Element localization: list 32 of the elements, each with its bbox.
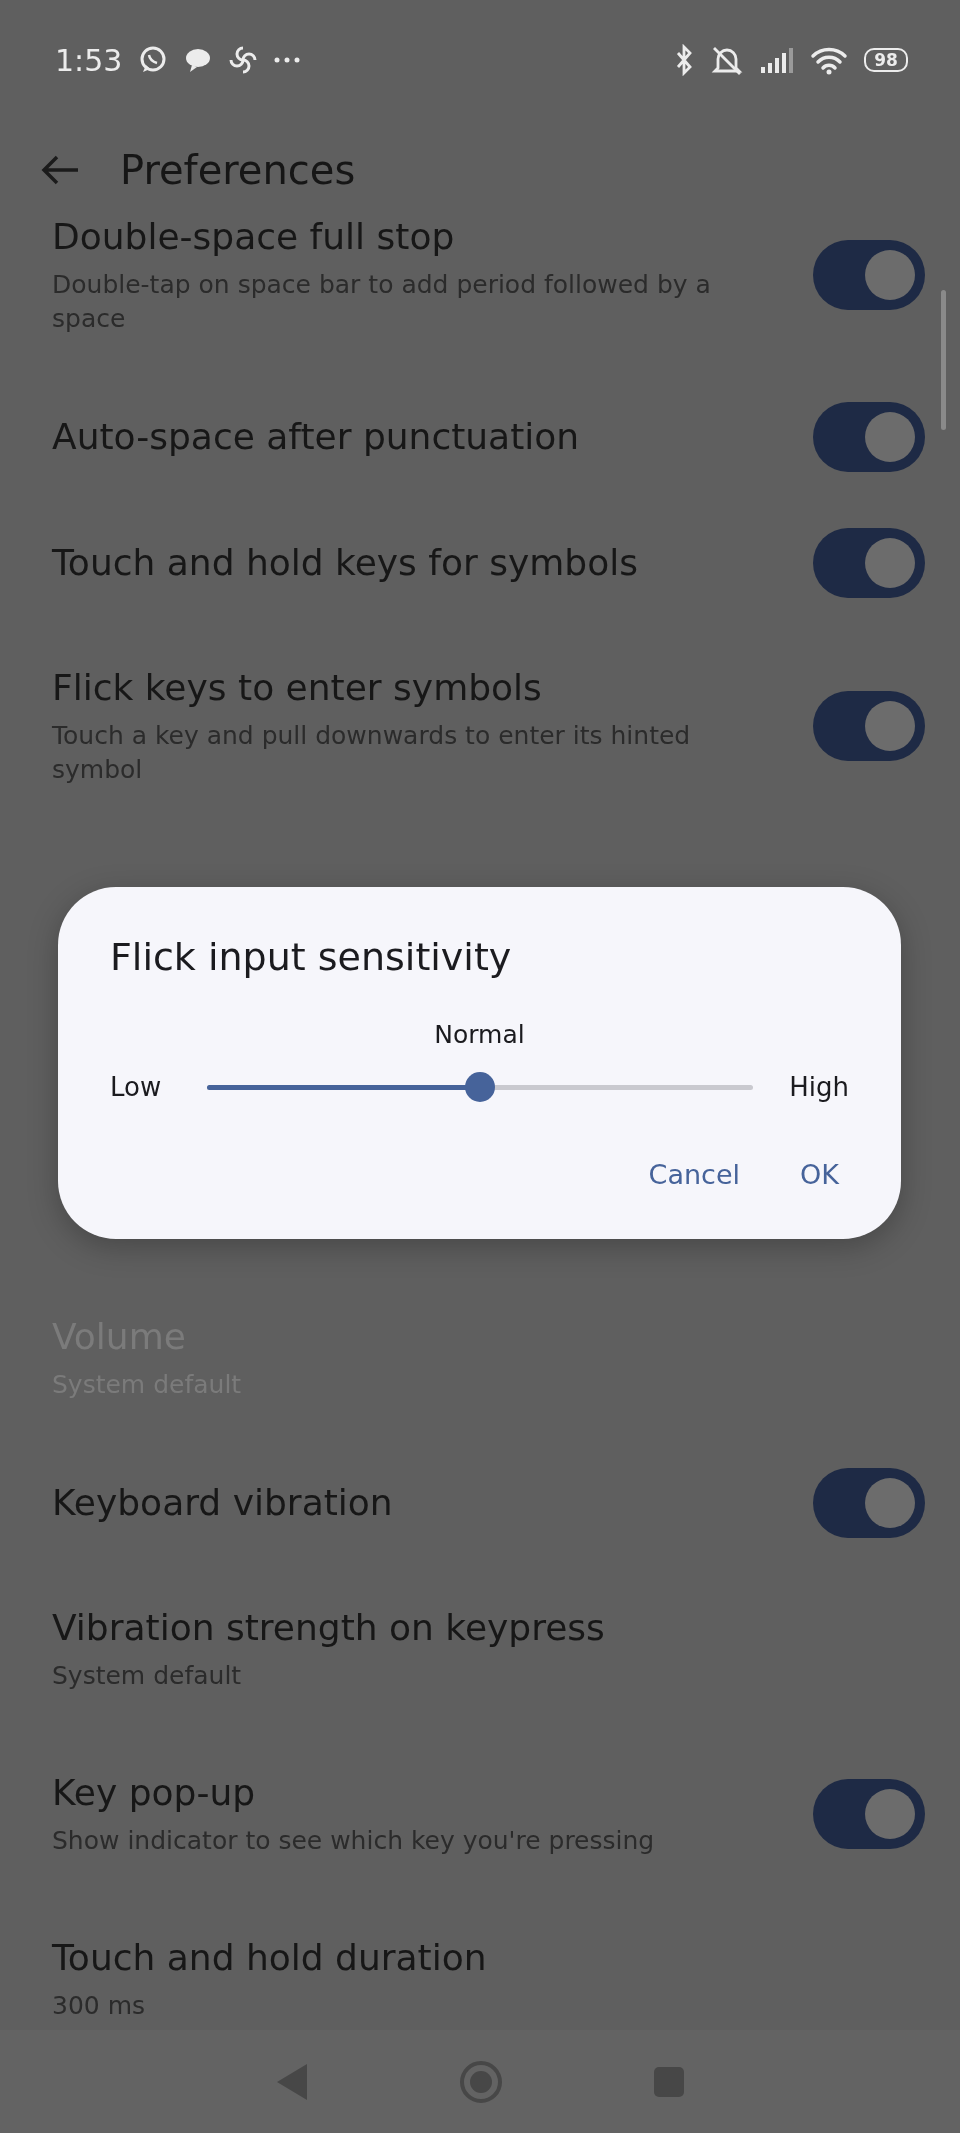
recents-icon[interactable] <box>653 2065 685 2098</box>
slider-min-label: Low <box>110 1070 162 1104</box>
setting-row[interactable]: Touch and hold keys for symbols <box>0 500 960 626</box>
back-arrow-icon[interactable] <box>40 153 80 187</box>
clock-text: 1:53 <box>55 41 123 80</box>
setting-row[interactable]: Keyboard vibration <box>0 1440 960 1566</box>
slider-value-label: Normal <box>434 1020 525 1049</box>
setting-title: Key pop-up <box>52 1771 257 1815</box>
screen-title: Preferences <box>120 146 356 195</box>
setting-title: Double-space full stop <box>52 220 456 259</box>
more-icon <box>274 57 301 63</box>
dialog-title: Flick input sensitivity <box>110 934 513 981</box>
slider-thumb[interactable] <box>465 1071 496 1102</box>
setting-title: Auto-space after punctuation <box>52 415 581 459</box>
bluetooth-icon <box>674 44 694 76</box>
home-icon[interactable] <box>459 2059 503 2104</box>
setting-row[interactable]: Auto-space after punctuation <box>0 374 960 500</box>
setting-title: Touch and hold duration <box>52 1936 488 1980</box>
muted-bell-icon <box>710 44 744 76</box>
slider-max-label: High <box>789 1070 849 1104</box>
pinwheel-icon <box>228 45 259 75</box>
setting-title: Touch and hold keys for symbols <box>52 541 639 585</box>
cancel-button[interactable]: Cancel <box>630 1146 759 1203</box>
ok-button[interactable]: OK <box>782 1146 857 1203</box>
setting-title: Keyboard vibration <box>52 1481 394 1525</box>
speech-bubble-icon <box>184 47 213 73</box>
signal-icon <box>760 46 794 74</box>
wifi-icon <box>810 45 848 75</box>
setting-title: Flick keys to enter symbols <box>52 666 543 710</box>
battery-indicator: 98 <box>864 48 908 72</box>
setting-title: Vibration strength on keypress <box>52 1606 606 1650</box>
back-icon[interactable] <box>275 2061 309 2102</box>
